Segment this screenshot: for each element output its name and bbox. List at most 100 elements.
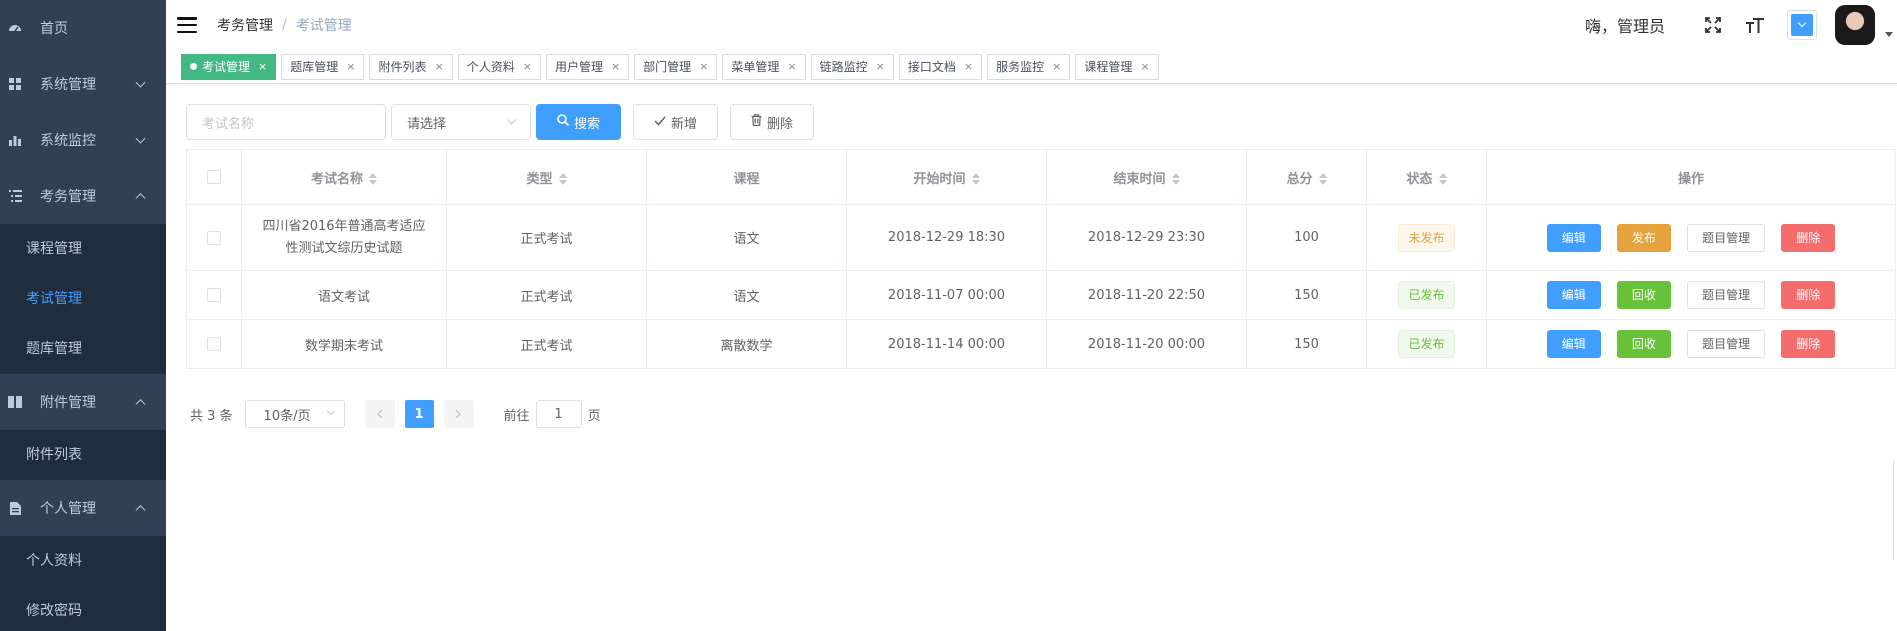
cell-actions: 编辑 回收 题目管理 删除 <box>1486 270 1896 320</box>
sidebar-item-monitor[interactable]: 系统监控 <box>0 112 166 168</box>
cell-score: 100 <box>1246 204 1367 271</box>
row-delete-button[interactable]: 删除 <box>1781 281 1836 309</box>
publish-button[interactable]: 发布 <box>1616 223 1671 252</box>
sidebar-item-attachment-list[interactable]: 附件列表 <box>0 430 166 480</box>
cell-score: 150 <box>1246 319 1367 369</box>
sort-icon[interactable] <box>1171 173 1180 185</box>
questions-button[interactable]: 题目管理 <box>1687 330 1766 358</box>
close-icon[interactable]: × <box>699 60 708 73</box>
row-delete-button[interactable]: 删除 <box>1781 223 1836 252</box>
tag-label: 菜单管理 <box>731 60 780 74</box>
page-size-select[interactable]: 10条/页 <box>244 400 345 428</box>
page-size-value: 10条/页 <box>263 408 311 424</box>
edit-button[interactable]: 编辑 <box>1546 281 1601 309</box>
goto-page-input[interactable]: 1 <box>535 400 582 428</box>
sort-icon[interactable] <box>558 173 567 185</box>
column-header-score[interactable]: 总分 <box>1246 149 1367 205</box>
recall-button[interactable]: 回收 <box>1616 330 1671 358</box>
column-header-name[interactable]: 考试名称 <box>241 149 447 205</box>
cell-type: 正式考试 <box>446 204 647 271</box>
check-icon <box>654 115 666 130</box>
sidebar-item-label: 考务管理 <box>40 189 96 205</box>
close-icon[interactable]: × <box>611 60 620 73</box>
recall-button[interactable]: 回收 <box>1616 281 1671 309</box>
edit-button[interactable]: 编辑 <box>1546 223 1601 252</box>
exam-affairs-submenu: 课程管理 考试管理 题库管理 <box>0 224 166 374</box>
cell-end: 2018-12-29 23:30 <box>1046 204 1247 271</box>
chevron-up-icon <box>135 505 146 516</box>
header-label: 开始时间 <box>913 171 966 187</box>
next-page-button[interactable] <box>443 400 474 428</box>
questions-button[interactable]: 题目管理 <box>1687 223 1766 252</box>
header-label: 结束时间 <box>1113 171 1166 187</box>
close-icon[interactable]: × <box>434 60 443 73</box>
sidebar-item-course[interactable]: 课程管理 <box>0 224 166 274</box>
close-icon[interactable]: × <box>964 60 973 73</box>
sidebar-item-exam[interactable]: 考试管理 <box>0 274 166 324</box>
close-icon[interactable]: × <box>1052 60 1061 73</box>
exam-name-input[interactable]: 考试名称 <box>186 104 386 140</box>
sidebar-item-label: 附件管理 <box>40 395 96 411</box>
page-number-current[interactable]: 1 <box>404 400 434 428</box>
sidebar-item-system[interactable]: 系统管理 <box>0 56 166 112</box>
table-header-row: 考试名称 类型 课程 开始时间 结束时间 总分 状态 操作 <box>186 149 1896 205</box>
row-checkbox[interactable] <box>207 288 221 302</box>
row-delete-button[interactable]: 删除 <box>1781 330 1836 358</box>
edit-button[interactable]: 编辑 <box>1546 330 1601 358</box>
tag-course[interactable]: 课程管理 × <box>1075 53 1159 80</box>
fullscreen-icon[interactable] <box>1703 15 1723 35</box>
delete-button[interactable]: 删除 <box>730 104 815 140</box>
sidebar-item-profile[interactable]: 个人资料 <box>0 536 166 586</box>
tag-menus[interactable]: 菜单管理 × <box>722 53 806 80</box>
tag-departments[interactable]: 部门管理 × <box>634 53 718 80</box>
sort-icon[interactable] <box>1318 173 1327 185</box>
select-all-checkbox[interactable] <box>207 170 221 184</box>
caret-down-icon[interactable] <box>1885 31 1893 37</box>
book-icon <box>8 395 22 409</box>
breadcrumb-item[interactable]: 考务管理 <box>217 15 273 35</box>
tag-exam[interactable]: 考试管理 × <box>181 53 277 80</box>
row-checkbox[interactable] <box>207 230 221 245</box>
status-badge: 未发布 <box>1398 223 1455 252</box>
sidebar-item-attachments[interactable]: 附件管理 <box>0 374 166 430</box>
sort-icon[interactable] <box>971 173 980 185</box>
column-header-type[interactable]: 类型 <box>446 149 647 205</box>
row-checkbox[interactable] <box>207 337 221 351</box>
close-icon[interactable]: × <box>876 60 885 73</box>
sidebar-item-question-bank[interactable]: 题库管理 <box>0 324 166 374</box>
questions-button[interactable]: 题目管理 <box>1687 281 1766 309</box>
sidebar-item-personal[interactable]: 个人管理 <box>0 480 166 536</box>
close-icon[interactable]: × <box>258 60 267 73</box>
close-icon[interactable]: × <box>787 60 796 73</box>
column-header-status[interactable]: 状态 <box>1366 149 1487 205</box>
tag-trace[interactable]: 链路监控 × <box>810 53 894 80</box>
search-button[interactable]: 搜索 <box>536 104 622 140</box>
add-button[interactable]: 新增 <box>633 104 719 140</box>
hamburger-icon[interactable] <box>177 17 197 33</box>
font-size-icon[interactable] <box>1745 15 1765 35</box>
sidebar-item-change-password[interactable]: 修改密码 <box>0 586 166 631</box>
tag-users[interactable]: 用户管理 × <box>545 53 630 80</box>
prev-page-button[interactable] <box>364 400 395 428</box>
tag-service-monitor[interactable]: 服务监控 × <box>987 53 1071 80</box>
bar-chart-icon <box>8 133 22 147</box>
tag-question-bank[interactable]: 题库管理 × <box>281 53 365 80</box>
avatar[interactable] <box>1835 5 1875 45</box>
size-select-dropdown[interactable] <box>1787 10 1817 40</box>
tag-api-docs[interactable]: 接口文档 × <box>898 53 983 80</box>
chevron-down-icon <box>135 77 146 88</box>
close-icon[interactable]: × <box>346 60 355 73</box>
sidebar-item-exam-affairs[interactable]: 考务管理 <box>0 168 166 224</box>
sidebar-item-home[interactable]: 首页 <box>0 0 166 56</box>
tag-profile[interactable]: 个人资料 × <box>457 53 541 80</box>
close-icon[interactable]: × <box>1140 60 1149 73</box>
close-icon[interactable]: × <box>523 60 532 73</box>
table-row: 语文考试 正式考试 语文 2018-11-07 00:00 2018-11-20… <box>186 270 1896 320</box>
sort-icon[interactable] <box>369 173 377 185</box>
column-header-start[interactable]: 开始时间 <box>846 149 1047 205</box>
status-badge: 已发布 <box>1398 330 1455 358</box>
column-header-end[interactable]: 结束时间 <box>1046 149 1247 205</box>
type-select[interactable]: 请选择 <box>391 104 531 140</box>
sort-icon[interactable] <box>1438 173 1447 185</box>
tag-attachment-list[interactable]: 附件列表 × <box>369 53 453 80</box>
